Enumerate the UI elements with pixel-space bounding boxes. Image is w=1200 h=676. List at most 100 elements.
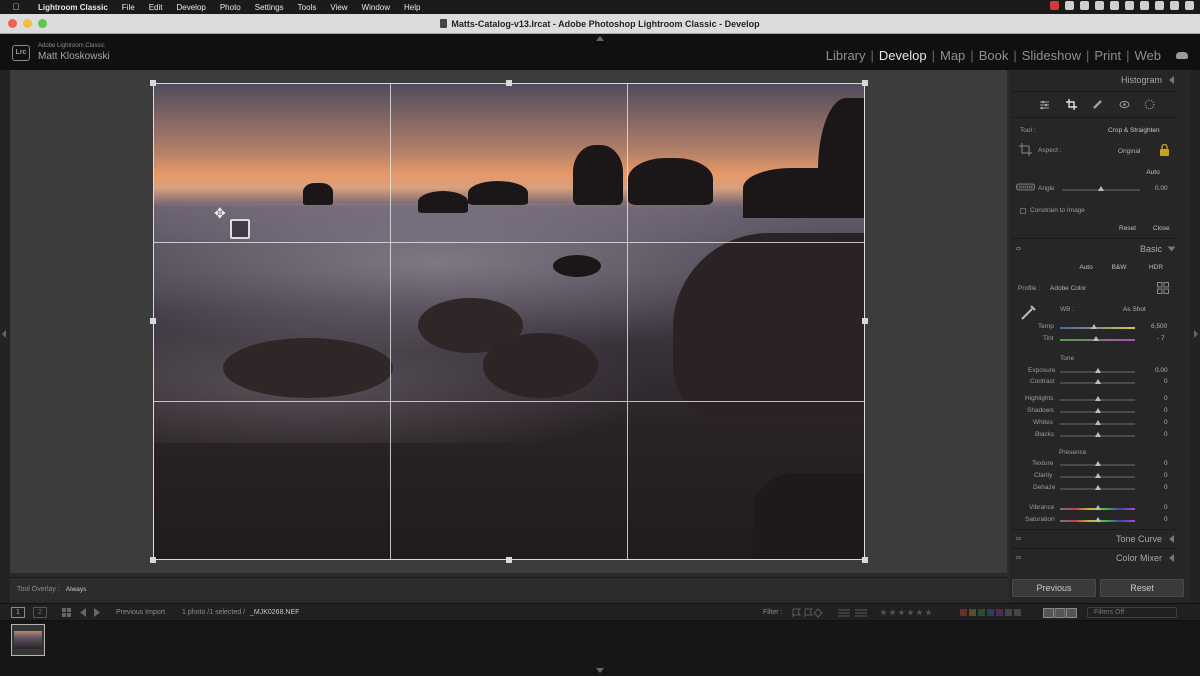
- kind-filter-icon[interactable]: [1043, 608, 1077, 618]
- basic-header[interactable]: Basic: [1012, 240, 1178, 258]
- whites-value[interactable]: 0: [1164, 419, 1168, 426]
- left-panel-toggle[interactable]: [0, 70, 10, 603]
- siri-icon[interactable]: [1185, 1, 1194, 10]
- right-panel-toggle[interactable]: [1190, 70, 1200, 603]
- tool-overlay-select[interactable]: Always: [66, 586, 87, 593]
- record-icon[interactable]: [1050, 1, 1059, 10]
- vibrance-slider-knob[interactable]: [1095, 505, 1101, 510]
- color-mixer-header[interactable]: Color Mixer: [1012, 549, 1178, 567]
- module-map[interactable]: Map: [935, 48, 970, 63]
- menu-develop[interactable]: Develop: [176, 3, 205, 12]
- crop-close-button[interactable]: Close: [1153, 225, 1170, 232]
- zoom-window-button[interactable]: [38, 19, 47, 28]
- contrast-value[interactable]: 0: [1164, 378, 1168, 385]
- menu-edit[interactable]: Edit: [149, 3, 163, 12]
- forward-arrow-icon[interactable]: [93, 608, 101, 617]
- temp-slider-knob[interactable]: [1091, 324, 1097, 329]
- filmstrip-toggle-icon[interactable]: [596, 668, 604, 673]
- control-center-icon[interactable]: [1170, 1, 1179, 10]
- temp-slider[interactable]: [1060, 327, 1135, 329]
- search-icon[interactable]: [1155, 1, 1164, 10]
- clarity-value[interactable]: 0: [1164, 472, 1168, 479]
- minimize-window-button[interactable]: [23, 19, 32, 28]
- volume-icon[interactable]: [1125, 1, 1134, 10]
- shadows-value[interactable]: 0: [1164, 407, 1168, 414]
- rating-filter-icon[interactable]: [880, 609, 934, 618]
- menu-window[interactable]: Window: [362, 3, 390, 12]
- panel-switch-icon[interactable]: [1016, 556, 1021, 559]
- window-2-button[interactable]: 2: [33, 607, 47, 618]
- dehaze-value[interactable]: 0: [1164, 484, 1168, 491]
- filter-preset-select[interactable]: Filters Off: [1087, 607, 1177, 618]
- crop-handle-bottom-right[interactable]: [862, 557, 868, 563]
- crop-frame[interactable]: [153, 83, 865, 560]
- panel-switch-icon[interactable]: [1016, 537, 1021, 540]
- bw-button[interactable]: B&W: [1108, 264, 1130, 271]
- tint-slider-knob[interactable]: [1093, 336, 1099, 341]
- wb-select[interactable]: As Shot: [1123, 306, 1146, 313]
- vibrance-value[interactable]: 0: [1164, 504, 1168, 511]
- apple-icon[interactable]: : [8, 2, 24, 12]
- crop-handle-top-right[interactable]: [862, 80, 868, 86]
- edit-filter-icon[interactable]: [837, 608, 869, 618]
- source-label[interactable]: Previous Import: [116, 609, 165, 616]
- crop-handle-left[interactable]: [150, 318, 156, 324]
- module-web[interactable]: Web: [1130, 48, 1167, 63]
- tint-value[interactable]: - 7: [1157, 335, 1165, 342]
- filename-select[interactable]: _MJK0268.NEF: [250, 609, 299, 616]
- profile-browser-icon[interactable]: [1157, 282, 1169, 294]
- play-icon[interactable]: [1110, 1, 1119, 10]
- module-develop[interactable]: Develop: [874, 48, 932, 63]
- crop-handle-bottom[interactable]: [506, 557, 512, 563]
- menu-file[interactable]: File: [122, 3, 135, 12]
- close-window-button[interactable]: [8, 19, 17, 28]
- app-icon[interactable]: [1080, 1, 1089, 10]
- menu-view[interactable]: View: [330, 3, 347, 12]
- masking-icon[interactable]: [1144, 99, 1155, 110]
- saturation-value[interactable]: 0: [1164, 516, 1168, 523]
- histogram-header[interactable]: Histogram: [1012, 71, 1178, 89]
- texture-value[interactable]: 0: [1164, 460, 1168, 467]
- red-eye-icon[interactable]: [1119, 99, 1130, 110]
- grid-view-icon[interactable]: [62, 608, 71, 617]
- angle-slider-knob[interactable]: [1098, 186, 1104, 191]
- blacks-value[interactable]: 0: [1164, 431, 1168, 438]
- module-print[interactable]: Print: [1089, 48, 1126, 63]
- aspect-select[interactable]: Original: [1118, 148, 1140, 155]
- panel-switch-icon[interactable]: [1016, 247, 1021, 250]
- crop-reset-button[interactable]: Reset: [1119, 225, 1136, 232]
- menu-photo[interactable]: Photo: [220, 3, 241, 12]
- tone-curve-header[interactable]: Tone Curve: [1012, 530, 1178, 548]
- temp-value[interactable]: 6,500: [1151, 323, 1167, 330]
- exposure-value[interactable]: 0.00: [1155, 367, 1168, 374]
- top-panel-toggle-icon[interactable]: [596, 36, 604, 41]
- module-slideshow[interactable]: Slideshow: [1017, 48, 1086, 63]
- aspect-crop-icon[interactable]: [1019, 143, 1032, 156]
- reset-button[interactable]: Reset: [1100, 579, 1184, 597]
- clarity-slider-knob[interactable]: [1095, 473, 1101, 478]
- texture-slider-knob[interactable]: [1095, 461, 1101, 466]
- window-1-button[interactable]: 1: [11, 607, 25, 618]
- hdr-button[interactable]: HDR: [1146, 264, 1166, 271]
- straighten-tool-icon[interactable]: [1016, 182, 1035, 192]
- crop-handle-bottom-left[interactable]: [150, 557, 156, 563]
- crop-handle-right[interactable]: [862, 318, 868, 324]
- wifi-icon[interactable]: [1140, 1, 1149, 10]
- back-arrow-icon[interactable]: [79, 608, 87, 617]
- filmstrip-thumbnail[interactable]: [11, 624, 45, 656]
- crop-tool-icon[interactable]: [1066, 99, 1077, 110]
- auto-button[interactable]: Auto: [1076, 264, 1096, 271]
- color-label-filter-icon[interactable]: [960, 609, 1023, 618]
- saturation-slider-knob[interactable]: [1095, 517, 1101, 522]
- module-library[interactable]: Library: [821, 48, 871, 63]
- menu-help[interactable]: Help: [404, 3, 420, 12]
- edit-sliders-icon[interactable]: [1039, 99, 1050, 110]
- menu-settings[interactable]: Settings: [255, 3, 284, 12]
- previous-button[interactable]: Previous: [1012, 579, 1096, 597]
- highlights-value[interactable]: 0: [1164, 395, 1168, 402]
- cloud-icon[interactable]: [1176, 52, 1188, 59]
- lock-icon[interactable]: [1159, 144, 1170, 156]
- whites-slider-knob[interactable]: [1095, 420, 1101, 425]
- menu-app[interactable]: Lightroom Classic: [38, 3, 108, 12]
- wb-eyedropper-icon[interactable]: [1018, 301, 1040, 323]
